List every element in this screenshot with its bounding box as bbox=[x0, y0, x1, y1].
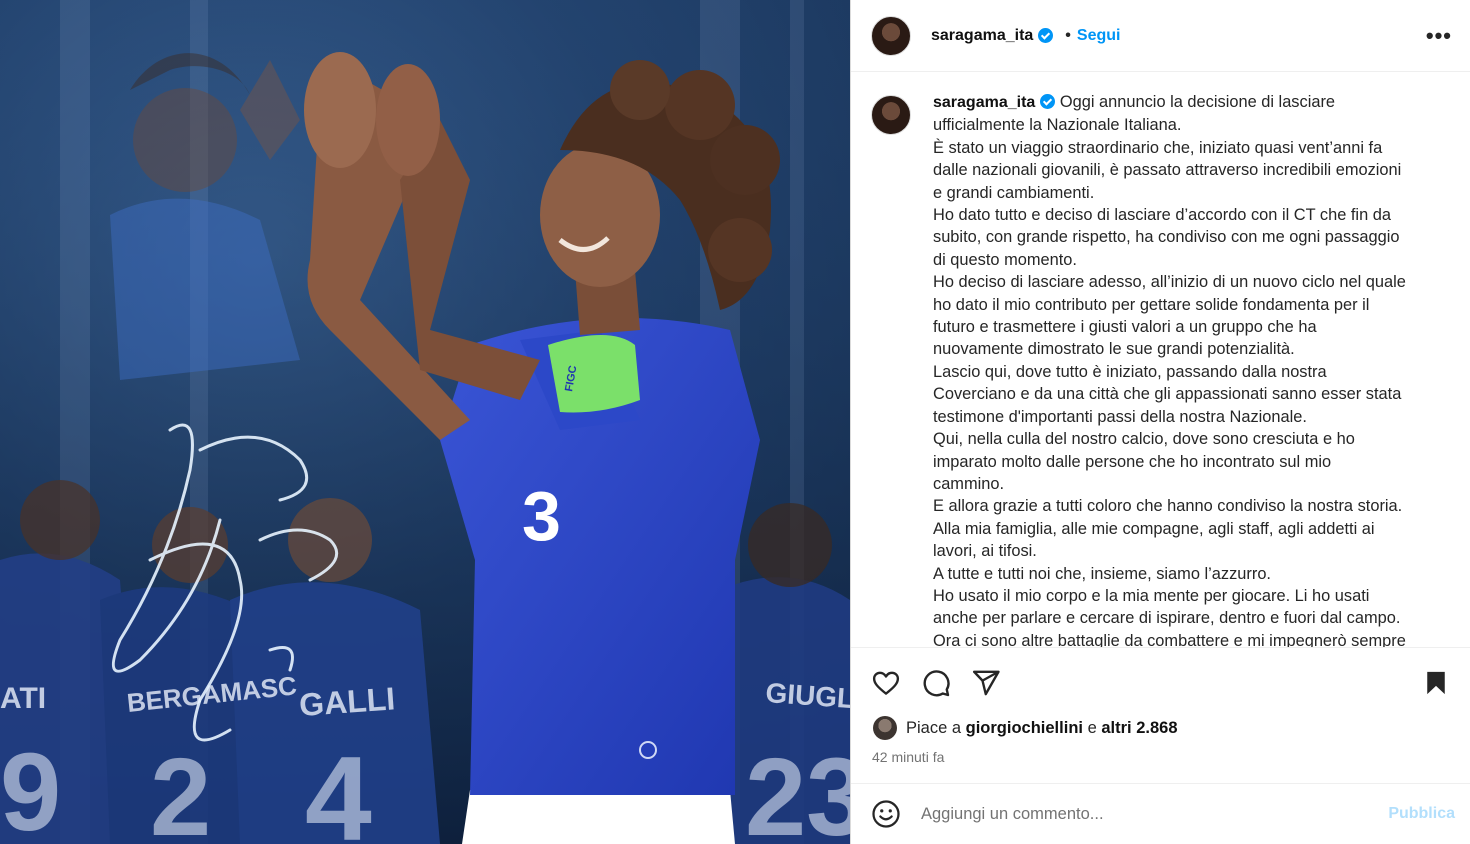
caption-line: subito, con grande rispetto, ha condivis… bbox=[933, 228, 1400, 247]
comment-input[interactable] bbox=[921, 804, 1389, 824]
author-avatar[interactable] bbox=[871, 15, 911, 56]
comment-icon[interactable] bbox=[921, 668, 951, 698]
back-number-2: 2 bbox=[150, 736, 211, 844]
caption-line: Qui, nella culla del nostro calcio, dove… bbox=[933, 430, 1355, 449]
caption-row: saragama_ita Oggi annuncio la decisione … bbox=[871, 91, 1451, 647]
caption-line: È stato un viaggio straordinario che, in… bbox=[933, 138, 1383, 157]
post-header: saragama_ita • Segui ••• bbox=[851, 0, 1470, 72]
likes-prefix: Piace a bbox=[906, 718, 962, 737]
verified-icon bbox=[1040, 94, 1056, 109]
bookmark-icon[interactable] bbox=[1421, 668, 1451, 698]
more-options-icon[interactable]: ••• bbox=[1426, 23, 1452, 49]
author-username[interactable]: saragama_ita bbox=[931, 27, 1033, 45]
caption-line: Lascio qui, dove tutto è iniziato, passa… bbox=[933, 362, 1327, 381]
follow-button[interactable]: Segui bbox=[1077, 27, 1121, 45]
back-number-1: 9 bbox=[0, 731, 61, 844]
heart-icon[interactable] bbox=[871, 668, 901, 698]
caption-scroll-area[interactable]: saragama_ita Oggi annuncio la decisione … bbox=[851, 73, 1470, 647]
publish-button[interactable]: Pubblica bbox=[1388, 805, 1455, 823]
caption-line: Ho usato il mio corpo e la mia mente per… bbox=[933, 586, 1370, 605]
caption-text: saragama_ita Oggi annuncio la decisione … bbox=[933, 91, 1441, 647]
caption-line: lavori, ai tifosi. bbox=[933, 542, 1037, 561]
separator-dot: • bbox=[1065, 26, 1071, 44]
post-timestamp[interactable]: 42 minuti fa bbox=[872, 749, 944, 765]
caption-line: cammino. bbox=[933, 474, 1005, 493]
likes-and: e bbox=[1087, 718, 1097, 737]
comment-box: Pubblica bbox=[851, 783, 1470, 844]
liker-username[interactable]: giorgiochiellini bbox=[966, 719, 1083, 738]
caption-line: Coverciano e da una città che gli appass… bbox=[933, 385, 1402, 404]
caption-line: anche per parlare e cercare di ispirare,… bbox=[933, 609, 1401, 628]
caption-line: Ho deciso di lasciare adesso, all’inizio… bbox=[933, 273, 1406, 292]
likes-summary: Piace a giorgiochiellini e altri 2.868 bbox=[873, 716, 1178, 740]
verified-icon bbox=[1038, 28, 1054, 43]
likes-others-link[interactable]: altri 2.868 bbox=[1101, 719, 1177, 738]
caption-avatar[interactable] bbox=[871, 95, 911, 135]
caption-line-text: Oggi annuncio la decisione di lasciare bbox=[1059, 93, 1336, 111]
liker-avatar[interactable] bbox=[873, 716, 897, 740]
caption-line: Alla mia famiglia, alle mie compagne, ag… bbox=[933, 519, 1375, 538]
caption-line: di questo momento. bbox=[933, 250, 1077, 269]
back-name-1: ATI bbox=[0, 682, 46, 715]
back-number-3: 4 bbox=[305, 732, 372, 844]
jersey-number: 3 bbox=[522, 477, 561, 555]
emoji-icon[interactable] bbox=[871, 799, 901, 829]
caption-line: A tutte e tutti noi che, insieme, siamo … bbox=[933, 564, 1271, 583]
caption-line: Ho dato tutto e deciso di lasciare d’acc… bbox=[933, 206, 1391, 225]
post-illustration: ATI BERGAMASC GALLI GIUGLIANO 9 2 4 23 3… bbox=[0, 0, 850, 844]
post-actions-bar bbox=[851, 647, 1470, 717]
share-icon[interactable] bbox=[971, 668, 1001, 698]
back-number-4: 23 bbox=[745, 736, 850, 844]
caption-line: saragama_ita Oggi annuncio la decisione … bbox=[933, 91, 1441, 114]
caption-line: futuro e trasmettere i giusti valori a u… bbox=[933, 318, 1317, 337]
caption-line: e grandi cambiamenti. bbox=[933, 183, 1095, 202]
caption-line: nuovamente dimostrato le sue grandi pote… bbox=[933, 340, 1295, 359]
caption-line: ho dato il mio contributo per gettare so… bbox=[933, 295, 1370, 314]
caption-line: imparato molto dalle persone che ho inco… bbox=[933, 452, 1332, 471]
caption-line: testimone d'importanti passi della nostr… bbox=[933, 407, 1307, 426]
caption-username[interactable]: saragama_ita bbox=[933, 94, 1035, 111]
caption-line: Ora ci sono altre battaglie da combatter… bbox=[933, 631, 1406, 647]
caption-line: ufficialmente la Nazionale Italiana. bbox=[933, 116, 1182, 135]
caption-line: dalle nazionali giovanili, è passato att… bbox=[933, 161, 1402, 180]
post-side-panel: saragama_ita • Segui ••• saragama_ita Og… bbox=[850, 0, 1470, 844]
instagram-post-viewer: ATI BERGAMASC GALLI GIUGLIANO 9 2 4 23 3… bbox=[0, 0, 1470, 844]
caption-line: E allora grazie a tutti coloro che hanno… bbox=[933, 497, 1403, 516]
back-name-3: GALLI bbox=[298, 680, 396, 723]
post-image[interactable]: ATI BERGAMASC GALLI GIUGLIANO 9 2 4 23 3… bbox=[0, 0, 850, 844]
